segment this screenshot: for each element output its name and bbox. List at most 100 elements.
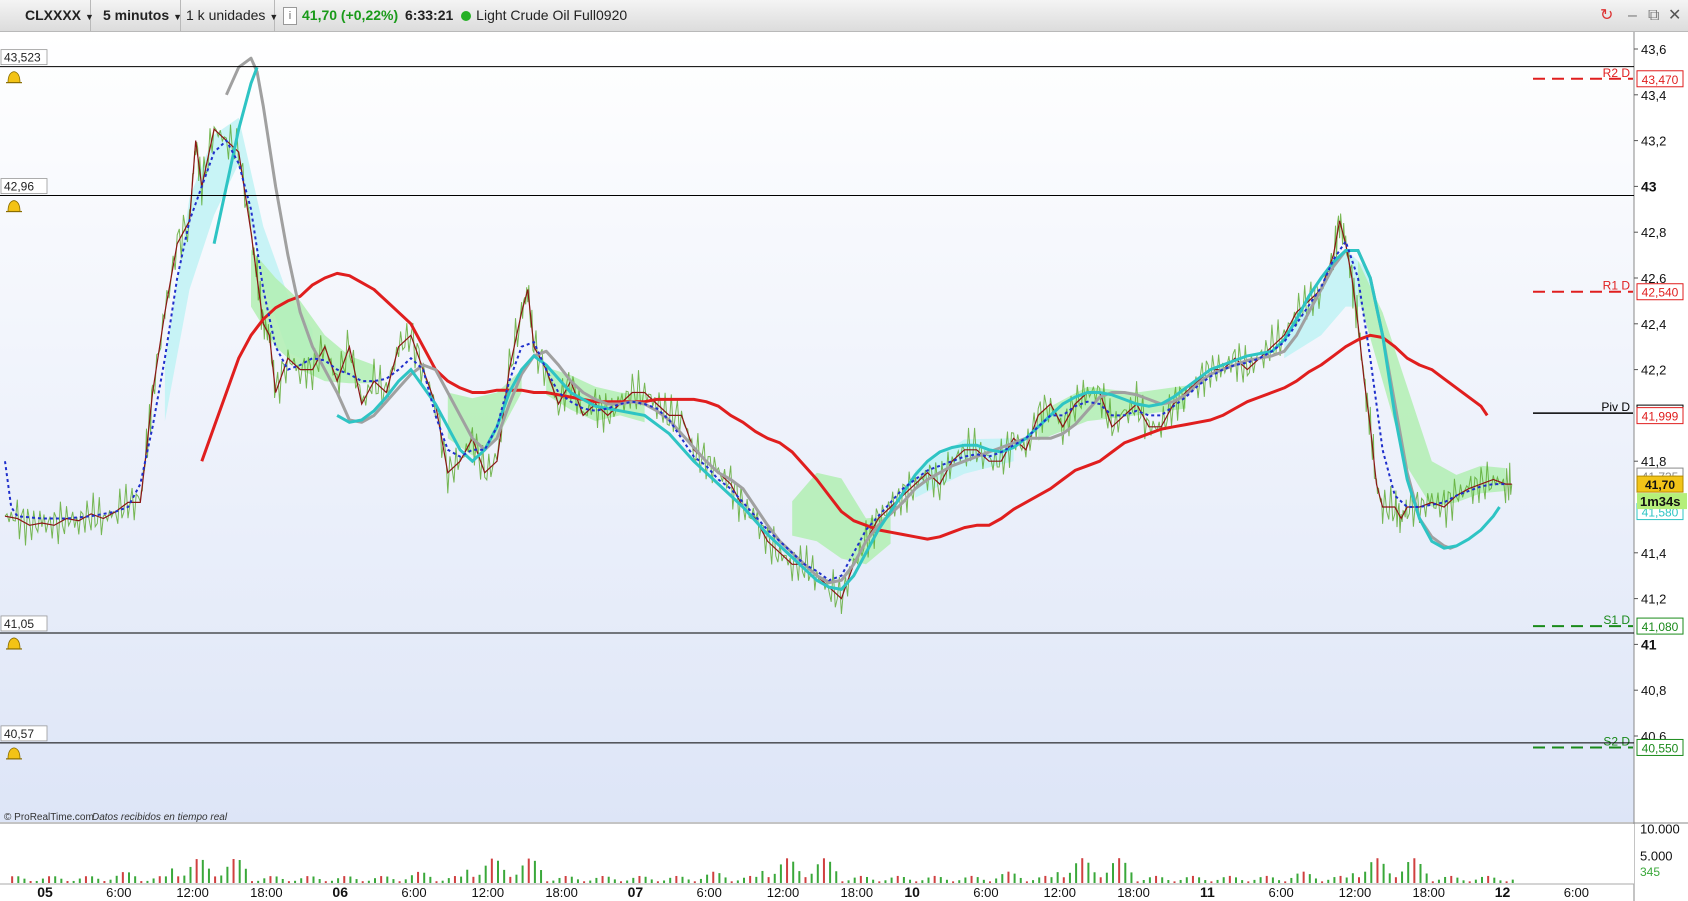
volume-bar [1075,863,1078,883]
volume-bar [835,871,838,883]
y-tick-label-3: 43 [1641,178,1657,194]
volume-bar [927,877,930,883]
volume-bar [675,875,678,883]
volume-bar [773,873,776,883]
volume-bar [1481,876,1483,883]
volume-bar [1241,880,1244,883]
x-tick-label-13: 6:00 [973,885,998,900]
volume-bar [189,866,192,883]
volume-bar [1419,863,1422,883]
volume-bar [1401,871,1404,883]
volume-bar [1038,877,1041,883]
volume-bar [792,861,795,883]
volume-bar [1228,875,1231,883]
volume-bar [158,876,161,883]
restore-icon[interactable]: ⧉ [1648,0,1659,31]
volume-bar [527,858,530,883]
volume-bar [478,874,481,883]
volume-bar [17,876,20,883]
units-dropdown[interactable]: 1 k unidades ▼ [181,0,278,31]
volume-bar [583,881,586,883]
volume-bar [97,878,100,883]
volume-bar [374,878,376,883]
volume-bar [300,878,303,883]
pivot-value-4: 40,550 [1642,741,1679,755]
volume-bar [355,879,358,883]
volume-bar [1167,880,1170,883]
volume-bar [1136,881,1139,883]
x-tick-label-21: 6:00 [1564,885,1589,900]
volume-bar [1437,879,1440,883]
y-tick-label-4: 42,8 [1641,225,1666,240]
volume-bar [804,877,807,883]
alert-label-2: 41,05 [4,617,34,631]
info-icon[interactable]: i [283,0,297,31]
volume-bar [29,881,32,883]
volume-bar [890,877,893,883]
volume-bar [398,881,401,883]
close-icon[interactable]: ✕ [1668,0,1681,31]
volume-bar [214,876,217,883]
timeframe-label: 5 minutos [103,7,170,23]
volume-bar [91,876,94,883]
volume-bar [1068,872,1071,883]
volume-bar [1468,881,1471,883]
volume-bar [1105,872,1108,883]
y-tick-label-6: 42,4 [1641,317,1666,332]
volume-bar [1370,862,1373,883]
volume-bar [23,878,26,883]
timeframe-dropdown[interactable]: 5 minutos ▼ [91,0,182,31]
volume-bar [1247,881,1250,883]
volume-bar [607,876,610,883]
volume-tick-label-0: 10.000 [1640,821,1680,836]
sync-icon[interactable]: ↻ [1600,0,1613,31]
symbol-dropdown[interactable]: CLXXXX ▼ [0,0,94,31]
volume-bar [786,858,789,883]
volume-bar [460,876,463,883]
x-tick-label-20: 12 [1495,884,1511,900]
volume-bar [337,878,340,883]
last-change: 41,70 (+0,22%) [302,7,399,23]
volume-bar [1493,877,1496,883]
volume-bar [386,876,389,883]
volume-bar [779,864,782,883]
volume-bar [1308,874,1311,883]
footer-brand: © ProRealTime.com [4,812,94,823]
status-dot-icon [461,11,472,21]
y-tick-label-11: 41 [1641,636,1657,652]
volume-bar [878,881,881,883]
volume-bar [171,868,174,883]
volume-bar [244,868,247,883]
x-tick-label-17: 6:00 [1268,885,1293,900]
volume-bar [521,865,524,883]
volume-bar [1462,880,1465,883]
volume-bar [330,880,333,883]
volume-bar [1050,877,1053,883]
volume-bar [958,880,961,883]
minimize-icon[interactable]: – [1628,0,1637,31]
value-label-0: 41,999 [1642,410,1679,424]
volume-bar [853,877,856,883]
volume-bar [503,869,506,883]
volume-bar [822,858,825,883]
volume-bar [1296,873,1299,883]
volume-bar [976,877,979,883]
volume-bar [164,876,167,883]
volume-bar [435,881,438,883]
x-tick-label-16: 11 [1200,884,1215,900]
volume-bar [743,877,745,883]
volume-bar [970,875,973,883]
countdown-label: 1m34s [1640,494,1680,509]
volume-bar [921,880,924,883]
volume-bar [995,878,998,883]
volume-bar [515,874,518,883]
y-tick-label-1: 43,4 [1641,88,1666,103]
x-tick-label-0: 05 [37,884,53,900]
volume-bar [54,876,57,883]
volume-bar [1118,858,1121,883]
x-tick-label-3: 18:00 [250,885,283,900]
x-tick-label-6: 12:00 [472,885,505,900]
volume-bar [128,872,130,883]
volume-bar [601,875,604,883]
x-tick-label-4: 06 [332,884,348,900]
